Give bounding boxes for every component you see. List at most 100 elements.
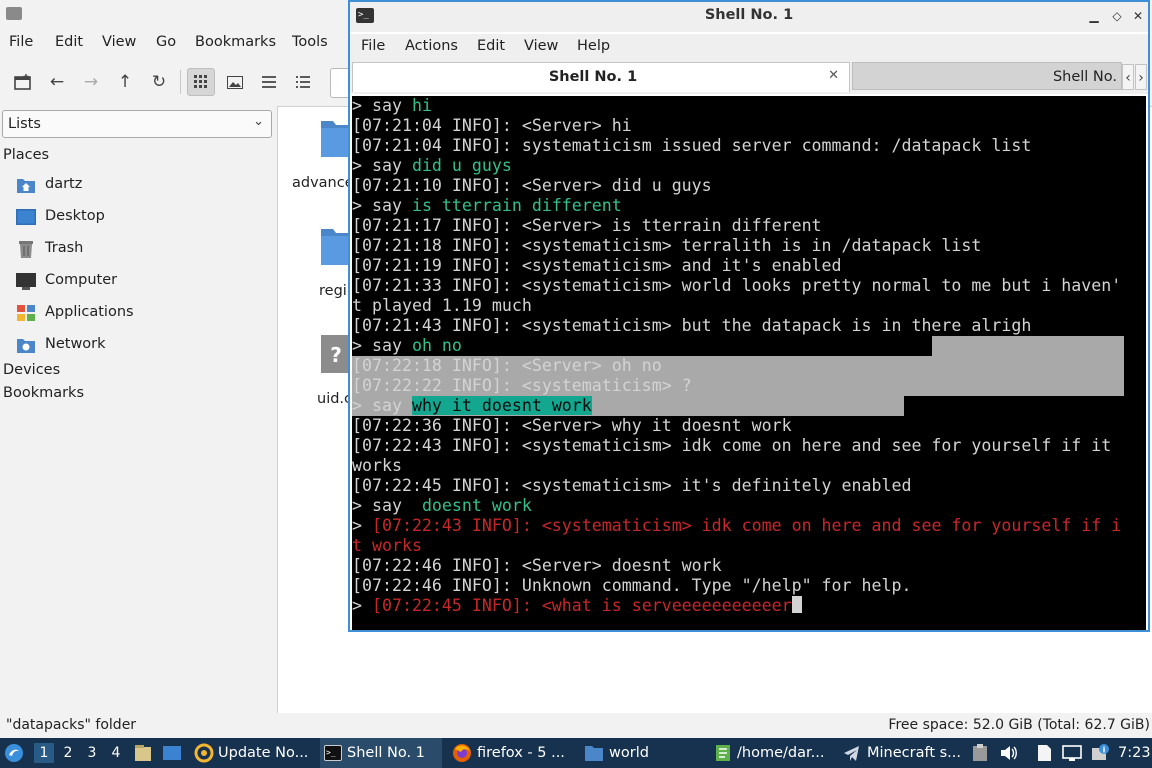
terminal-line: [07:22:22 INFO]: <systematicism> ? bbox=[352, 376, 692, 396]
sidebar-item-label: Trash bbox=[45, 240, 84, 256]
minimize-button[interactable]: ▁ bbox=[1086, 8, 1102, 24]
tab-shell-1[interactable]: Shell No. 1 ✕ bbox=[352, 62, 850, 92]
bookmarks-heading: Bookmarks bbox=[3, 385, 85, 401]
task-shell[interactable]: >_ Shell No. 1 bbox=[320, 738, 442, 768]
sidebar-item-trash[interactable]: Trash bbox=[16, 238, 266, 262]
close-button[interactable]: ✕ bbox=[1130, 8, 1146, 24]
sidebar-item-desktop[interactable]: Desktop bbox=[16, 206, 266, 230]
arrow-right-icon: → bbox=[83, 72, 99, 92]
prompt-prefix: > say bbox=[352, 96, 412, 115]
terminal-line: [07:22:36 INFO]: <Server> why it doesnt … bbox=[352, 416, 792, 436]
menu-actions[interactable]: Actions bbox=[405, 38, 458, 54]
workspace-4[interactable]: 4 bbox=[106, 743, 126, 763]
start-menu-button[interactable] bbox=[4, 738, 28, 768]
network-status-icon bbox=[1062, 745, 1082, 761]
workspace-2[interactable]: 2 bbox=[58, 743, 78, 763]
tab-close-icon[interactable]: ✕ bbox=[828, 68, 839, 83]
icon-view-button[interactable] bbox=[187, 68, 215, 96]
terminal-line: [07:21:33 INFO]: <systematicism> world l… bbox=[352, 276, 1121, 296]
menu-view[interactable]: View bbox=[524, 38, 558, 54]
menu-file[interactable]: File bbox=[361, 38, 385, 54]
menu-tools[interactable]: Tools bbox=[292, 34, 328, 50]
sidebar-item-network[interactable]: Network bbox=[16, 334, 266, 358]
tray-volume[interactable] bbox=[1000, 738, 1018, 768]
menu-edit[interactable]: Edit bbox=[55, 34, 83, 50]
taskbar: 1 2 3 4 Update No... >_ Shell No. 1 fire… bbox=[0, 738, 1152, 768]
menu-edit[interactable]: Edit bbox=[477, 38, 505, 54]
show-desktop-button[interactable] bbox=[162, 738, 182, 768]
line-text: hi bbox=[411, 96, 432, 115]
list-view-button[interactable] bbox=[289, 68, 317, 96]
task-world-folder[interactable]: world bbox=[584, 738, 649, 768]
window-title: Shell No. 1 bbox=[704, 7, 794, 23]
applications-icon bbox=[17, 305, 35, 321]
new-tab-button[interactable] bbox=[9, 68, 37, 96]
sidebar-item-label: Network bbox=[45, 336, 106, 352]
menu-file[interactable]: File bbox=[9, 34, 33, 50]
workspace-1[interactable]: 1 bbox=[34, 743, 54, 763]
sidebar-item-computer[interactable]: Computer bbox=[16, 270, 266, 294]
maximize-button[interactable]: ◇ bbox=[1109, 8, 1125, 24]
tray-clipboard[interactable] bbox=[972, 738, 988, 768]
svg-text:i: i bbox=[1103, 746, 1106, 755]
terminal-line: t played 1.19 much bbox=[352, 296, 532, 316]
show-files-button[interactable] bbox=[134, 738, 152, 768]
line-text: [07:22:36 INFO]: <Server> why it doesnt … bbox=[352, 416, 792, 435]
task-firefox[interactable]: firefox - 5 ... bbox=[452, 738, 565, 768]
editor-icon bbox=[716, 745, 730, 761]
file-manager-icon bbox=[135, 745, 151, 761]
task-home-editor[interactable]: /home/dar... bbox=[714, 738, 824, 768]
terminal-line: > [07:22:45 INFO]: <what is serveeeeeeee… bbox=[352, 596, 802, 616]
line-text: is tterrain different bbox=[411, 196, 622, 215]
tray-notes[interactable] bbox=[1036, 738, 1052, 768]
terminal-line: > say did u guys bbox=[352, 156, 512, 176]
folder-icon bbox=[321, 121, 351, 157]
task-label: /home/dar... bbox=[737, 745, 825, 761]
folder-window-icon bbox=[6, 7, 22, 20]
back-button[interactable]: ← bbox=[43, 68, 71, 96]
tab-scroll-left-icon[interactable]: ‹ bbox=[1122, 64, 1134, 90]
terminal-titlebar[interactable]: >_ Shell No. 1 ▁ ◇ ✕ bbox=[350, 2, 1148, 32]
task-minecraft[interactable]: Minecraft s... bbox=[842, 738, 961, 768]
tray-updates[interactable]: i bbox=[1090, 738, 1110, 768]
desktop-icon bbox=[163, 746, 181, 760]
lubuntu-logo-icon bbox=[5, 744, 23, 762]
workspace-3[interactable]: 3 bbox=[82, 743, 102, 763]
sidebar-mode-select[interactable]: Lists ⌄ bbox=[2, 110, 272, 138]
menu-help[interactable]: Help bbox=[577, 38, 610, 54]
terminal-icon: >_ bbox=[324, 745, 342, 761]
task-update-notifier[interactable]: Update No... bbox=[194, 738, 308, 768]
home-folder-icon bbox=[17, 179, 35, 193]
prompt-prefix: > say bbox=[352, 496, 422, 515]
prompt-prefix: > say bbox=[352, 336, 412, 355]
status-bar: "datapacks" folder Free space: 52.0 GiB … bbox=[0, 714, 1152, 736]
prompt-prefix: > say bbox=[352, 156, 412, 175]
compact-view-button[interactable] bbox=[255, 68, 283, 96]
tab-shell-2[interactable]: Shell No. bbox=[852, 62, 1122, 90]
line-text: works bbox=[352, 456, 402, 475]
thumbnail-view-button[interactable] bbox=[221, 68, 249, 96]
chevron-down-icon: ⌄ bbox=[253, 114, 264, 129]
terminal-output[interactable]: > say hi [07:21:04 INFO]: <Server> hi [07:… bbox=[352, 96, 1146, 630]
reload-icon: ↻ bbox=[151, 72, 167, 92]
terminal-line: > say is tterrain different bbox=[352, 196, 622, 216]
line-text: oh no bbox=[411, 336, 462, 355]
line-text: t played 1.19 much bbox=[352, 296, 532, 315]
line-text: [07:21:19 INFO]: <systematicism> and it'… bbox=[352, 256, 842, 275]
sidebar-item-applications[interactable]: Applications bbox=[16, 302, 266, 326]
compact-list-icon bbox=[262, 76, 276, 88]
clipboard-icon bbox=[973, 744, 987, 761]
up-button[interactable]: ↑ bbox=[111, 68, 139, 96]
reload-button[interactable]: ↻ bbox=[145, 68, 173, 96]
tab-scroll-right-icon[interactable]: › bbox=[1135, 64, 1147, 90]
menu-view[interactable]: View bbox=[102, 34, 136, 50]
menu-go[interactable]: Go bbox=[156, 34, 176, 50]
menu-bookmarks[interactable]: Bookmarks bbox=[195, 34, 276, 50]
clock[interactable]: 7:23 bbox=[1118, 738, 1151, 768]
terminal-line: t works bbox=[352, 536, 422, 556]
tab-label: Shell No. bbox=[1052, 69, 1117, 85]
forward-button[interactable]: → bbox=[77, 68, 105, 96]
tray-network[interactable] bbox=[1062, 738, 1082, 768]
sidebar-item-dartz[interactable]: dartz bbox=[16, 174, 266, 198]
detailed-list-icon bbox=[296, 76, 310, 88]
